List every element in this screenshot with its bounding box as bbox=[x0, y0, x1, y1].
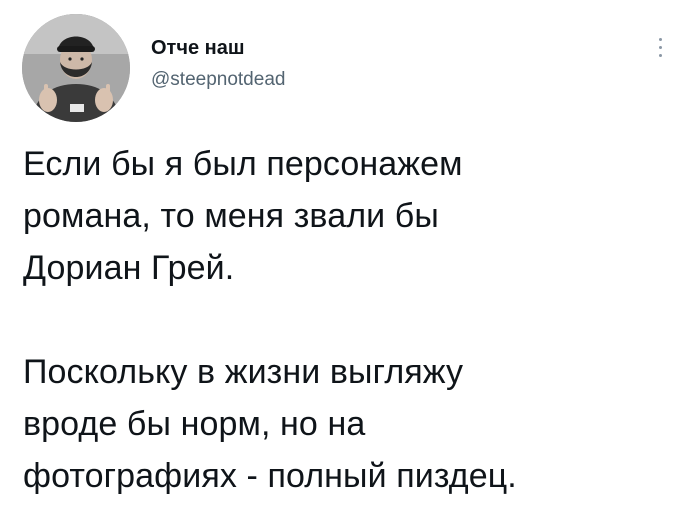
tweet-card: Отче наш @steepnotdead Если бы я был пер… bbox=[0, 0, 700, 530]
user-avatar[interactable] bbox=[22, 14, 130, 122]
more-options-button[interactable] bbox=[650, 34, 672, 64]
tweet-text: Если бы я был персонажем романа, то меня… bbox=[23, 138, 683, 502]
display-name[interactable]: Отче наш bbox=[151, 36, 285, 60]
tweet-line: Если бы я был персонажем bbox=[23, 145, 463, 183]
tweet-line: романа, то меня звали бы bbox=[23, 197, 439, 235]
tweet-line: Поскольку в жизни выгляжу bbox=[23, 353, 464, 391]
avatar-photo-icon bbox=[22, 14, 130, 122]
tweet-line: фотографиях - полный пиздец. bbox=[23, 457, 517, 495]
tweet-line: вроде бы норм, но на bbox=[23, 405, 366, 443]
user-identity: Отче наш @steepnotdead bbox=[151, 36, 285, 92]
user-handle[interactable]: @steepnotdead bbox=[151, 68, 285, 92]
tweet-line: Дориан Грей. bbox=[23, 249, 235, 287]
